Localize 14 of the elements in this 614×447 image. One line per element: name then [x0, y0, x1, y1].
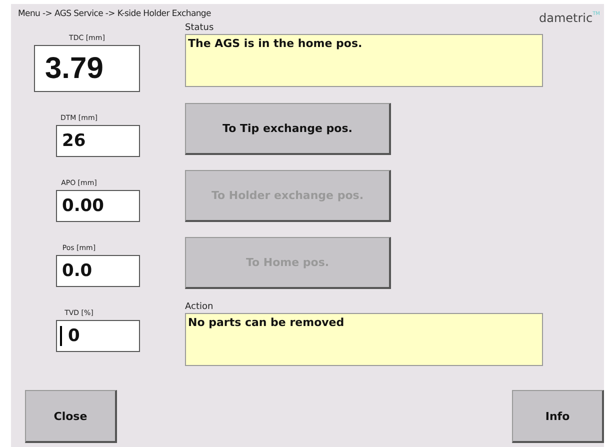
value-field[interactable]: 0.00 — [56, 190, 140, 222]
info-button[interactable]: Info — [512, 390, 604, 443]
value-field[interactable]: 3.79 — [34, 45, 140, 92]
action-label: Action — [185, 302, 214, 313]
breadcrumb: Menu -> AGS Service -> K-side Holder Exchange — [18, 9, 211, 21]
action-box: No parts can be removed — [185, 312, 543, 366]
value-field[interactable]: 26 — [56, 125, 140, 157]
logo: dametric$^{TM}$ — [539, 11, 600, 26]
value-field[interactable]: 0 — [56, 320, 140, 352]
value-field[interactable]: 0.0 — [56, 255, 140, 287]
status-box: The AGS is in the home pos. — [185, 34, 543, 87]
status-label: Status — [185, 23, 215, 34]
close-button[interactable]: Close — [25, 390, 117, 443]
action-button[interactable]: To Tip exchange pos. — [185, 102, 391, 155]
